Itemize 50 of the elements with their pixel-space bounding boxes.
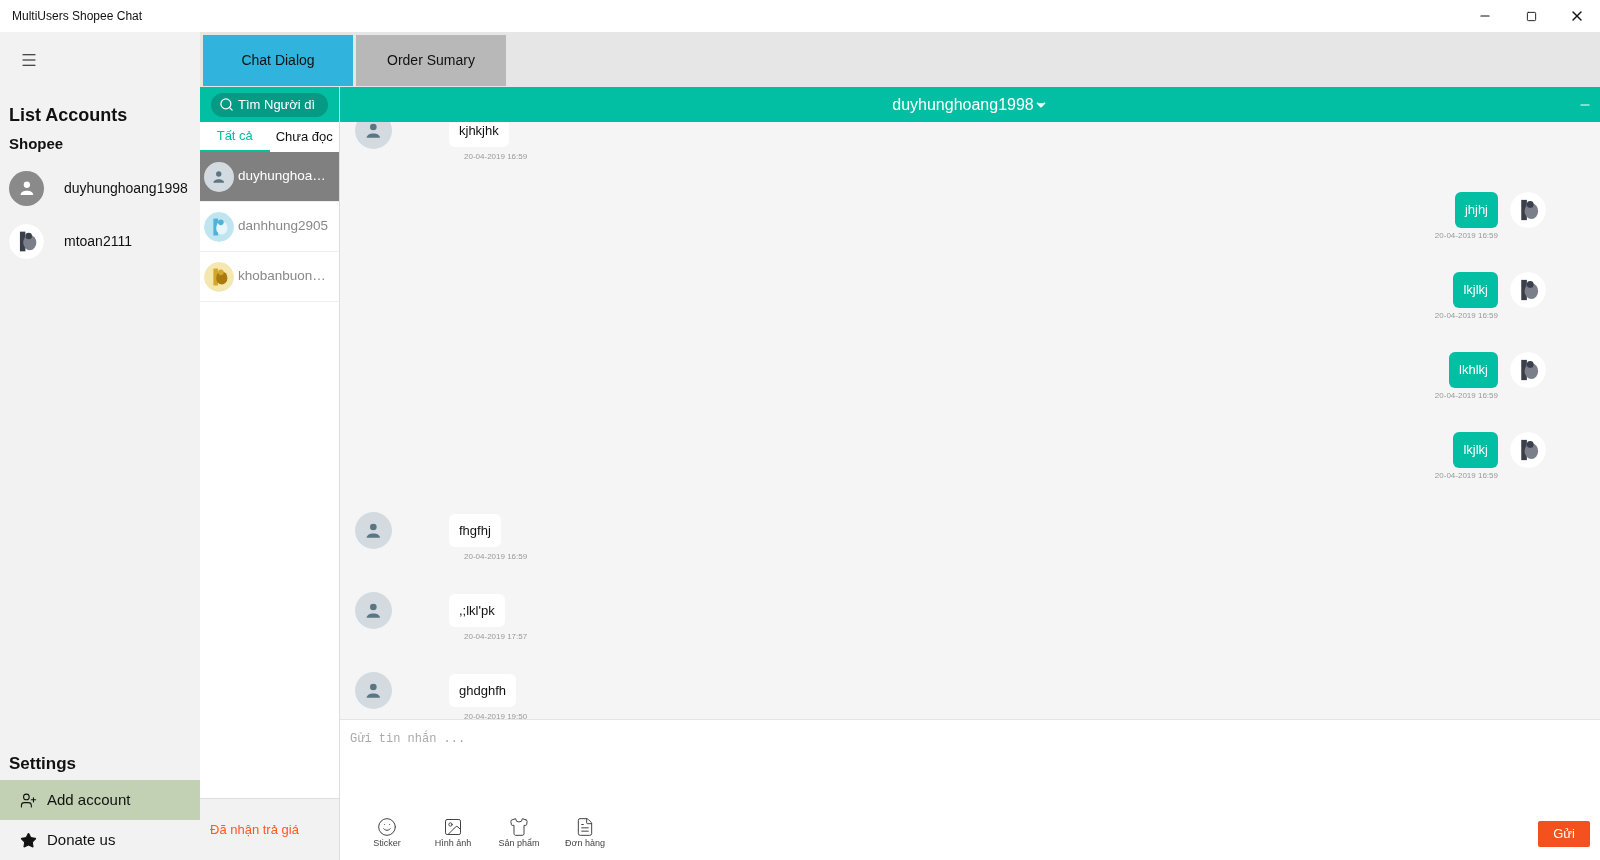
sidebar-heading: List Accounts [9,104,129,127]
message-time: 20-04-2019 16:59 [1434,390,1498,402]
sidebar-subheading: Shopee [9,134,65,154]
message-time: 20-04-2019 16:59 [1434,470,1498,482]
toolbar-button[interactable]: Hình ảnh [420,817,486,851]
tab[interactable]: Chat Dialog [203,35,353,86]
sent-message: lkjlkj [1453,272,1498,308]
menu-icon [20,51,38,69]
toolbar-button[interactable]: Sản phẩm [486,817,552,851]
image-icon [443,817,463,838]
avatar-icon [204,161,234,192]
received-message: kjhkjhk [449,122,509,148]
avatar-icon [355,122,392,149]
tab[interactable]: Order Sumary [356,35,506,86]
toolbar-button[interactable]: Sticker [354,817,420,851]
sent-message: jhjhj [1454,192,1498,228]
received-message: fhgfhj [449,513,501,548]
sent-message: lkjlkj [1453,432,1498,468]
window-title: MultiUsers Shopee Chat [12,8,143,25]
message-time: 20-04-2019 16:59 [1434,230,1498,242]
search-field[interactable]: Tìm Người dì [211,92,328,117]
toolbar-button[interactable]: Đơn hàng [552,817,618,851]
settings-heading: Settings [9,752,78,775]
message-time: 20-04-2019 16:59 [464,551,529,563]
document-icon [575,817,595,838]
avatar-icon [355,512,392,549]
avatar-icon [355,672,392,709]
sent-message: lkhlkj [1449,352,1498,388]
received-message: ,;lkl'pk [449,593,505,628]
restore-icon [1525,10,1537,22]
status-text: Đã nhận trả giá [210,820,299,839]
star-icon [20,831,37,849]
avatar-icon [355,592,392,629]
message-input[interactable]: Gửi tin nhắn ... [340,720,1600,808]
settings-item[interactable]: Donate us [0,820,200,860]
message-time: 20-04-2019 17:57 [464,631,529,643]
received-message: ghdghfh [449,673,516,708]
message-time: 20-04-2019 16:59 [1434,310,1498,322]
message-time: 20-04-2019 19:50 [464,711,529,719]
message-time: 20-04-2019 16:59 [464,151,529,163]
search-icon [219,97,234,112]
smiley-icon [377,817,397,838]
settings-item[interactable]: Add account [0,780,200,820]
avatar-icon [9,170,44,206]
conversation-item[interactable]: duyhunghoa… [200,152,339,202]
shirt-icon [509,817,529,838]
add-user-icon [20,791,37,809]
account-item[interactable]: mtoan2111 [0,214,200,268]
filter-tab[interactable]: Chưa đọc [269,122,339,152]
account-item[interactable]: duyhunghoang1998 [0,161,200,215]
